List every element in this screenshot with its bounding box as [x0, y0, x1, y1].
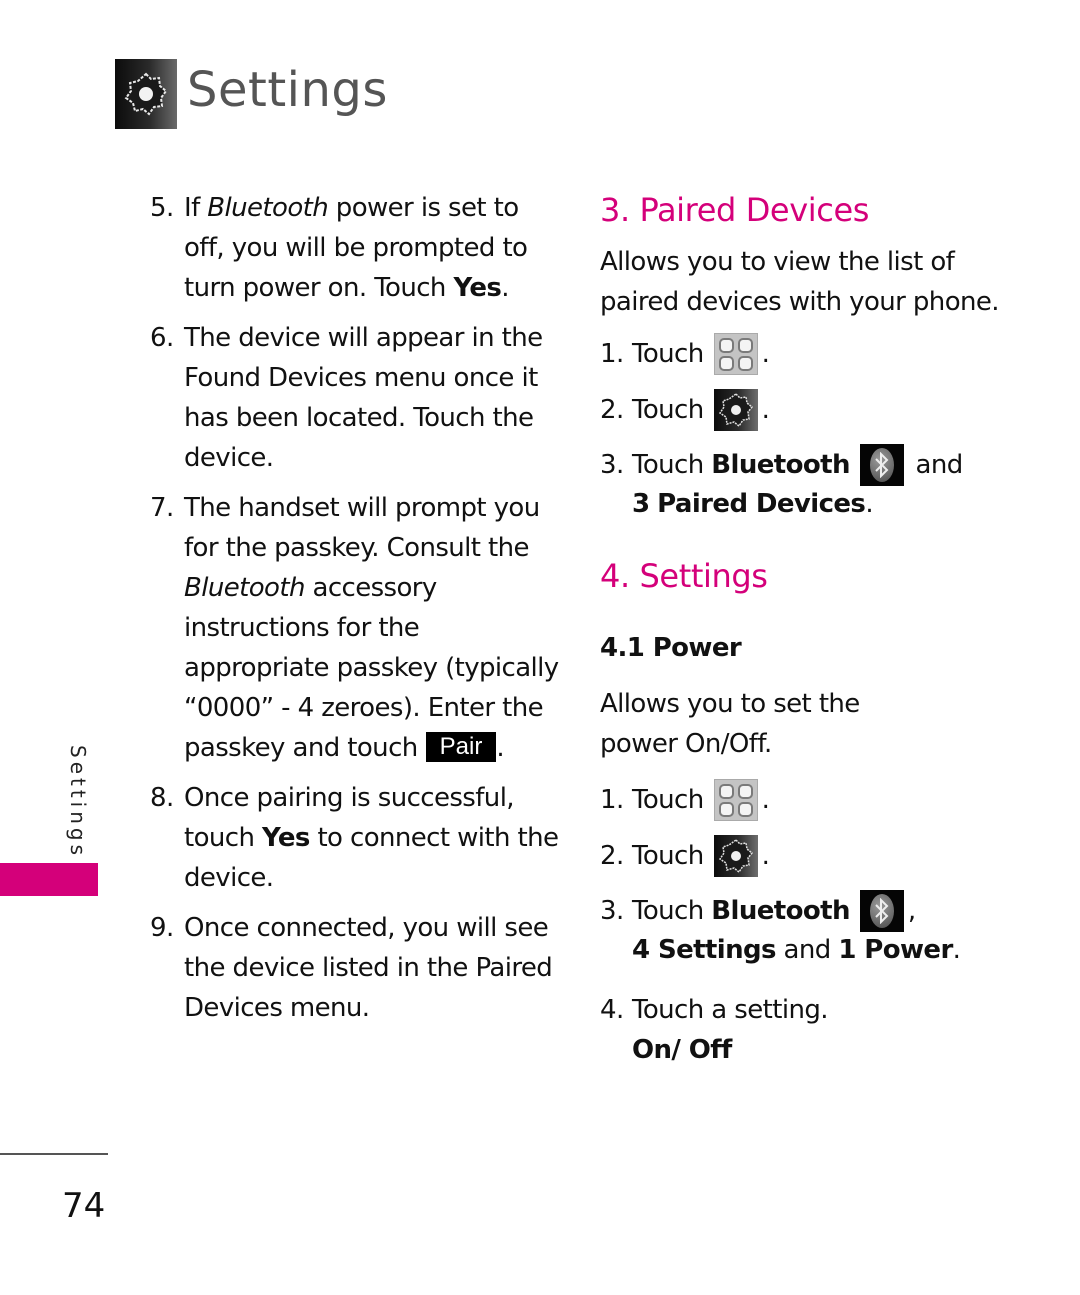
step-number: 4. — [600, 995, 624, 1025]
pair-button: Pair — [425, 732, 497, 762]
settings-gear-icon — [713, 835, 758, 877]
step-text: If Bluetooth power is set to off, you wi… — [184, 193, 528, 303]
bluetooth-label: Bluetooth — [711, 896, 850, 926]
step-number: 6. — [150, 323, 174, 353]
left-column: 5. If Bluetooth power is set to off, you… — [150, 188, 560, 1038]
step-9: 9. Once connected, you will see the devi… — [150, 908, 560, 1028]
step-6: 6. The device will appear in the Found D… — [150, 318, 560, 478]
settings-gear-icon — [115, 59, 177, 129]
menu-grid-icon — [713, 333, 758, 375]
right-column: 3. Paired Devices Allows you to view the… — [600, 188, 1020, 1070]
power-step-4: 4. Touch a setting. On/ Off — [600, 990, 1020, 1070]
step-text: Once pairing is successful, touch Yes to… — [184, 783, 559, 893]
bluetooth-icon — [859, 890, 904, 932]
page-number: 74 — [62, 1186, 106, 1226]
step-number: 2. — [600, 841, 624, 871]
power-step-1: 1. Touch . — [600, 772, 1020, 828]
paired-step-1: 1. Touch . — [600, 326, 1020, 382]
side-tab-marker — [0, 863, 98, 896]
sub-heading-power: 4.1 Power — [600, 633, 742, 663]
step-number: 1. — [600, 339, 624, 369]
section-heading-settings: 4. Settings — [600, 557, 768, 595]
footer-divider — [0, 1153, 108, 1155]
power-step-2: 2. Touch . — [600, 828, 1020, 884]
power-step-3: 3. Touch Bluetooth , 4 Settings and 1 Po… — [600, 890, 1020, 970]
step-number: 3. — [600, 450, 624, 480]
paired-step-2: 2. Touch . — [600, 382, 1020, 438]
step-8: 8. Once pairing is successful, touch Yes… — [150, 778, 560, 898]
step-number: 7. — [150, 493, 174, 523]
step-number: 1. — [600, 785, 624, 815]
step-number: 3. — [600, 896, 624, 926]
step-number: 9. — [150, 913, 174, 943]
step-5: 5. If Bluetooth power is set to off, you… — [150, 188, 560, 308]
step-number: 8. — [150, 783, 174, 813]
step-text: Touch — [632, 785, 704, 815]
on-off-option: On/ Off — [632, 1035, 732, 1065]
paired-step-3: 3. Touch Bluetooth and 3 Paired Devices. — [600, 444, 1020, 524]
step-text: Touch — [632, 395, 704, 425]
section-heading-paired-devices: 3. Paired Devices — [600, 191, 869, 229]
side-tab-label: Settings — [66, 745, 90, 860]
step-text: The device will appear in the Found Devi… — [184, 323, 543, 473]
settings-gear-icon — [713, 389, 758, 431]
step-text: Once connected, you will see the device … — [184, 913, 553, 1023]
step-number: 5. — [150, 193, 174, 223]
page-title: Settings — [187, 62, 388, 118]
section-description: Allows you to set the power On/Off. — [600, 689, 860, 759]
menu-grid-icon — [713, 779, 758, 821]
bluetooth-label: Bluetooth — [711, 450, 850, 480]
step-text: Touch — [632, 841, 704, 871]
step-number: 2. — [600, 395, 624, 425]
step-text: Touch — [632, 339, 704, 369]
step-text: The handset will prompt you for the pass… — [184, 493, 559, 763]
step-text: Touch a setting. — [632, 995, 828, 1025]
section-description: Allows you to view the list of paired de… — [600, 247, 1000, 317]
step-7: 7. The handset will prompt you for the p… — [150, 488, 560, 768]
bluetooth-icon — [859, 444, 904, 486]
